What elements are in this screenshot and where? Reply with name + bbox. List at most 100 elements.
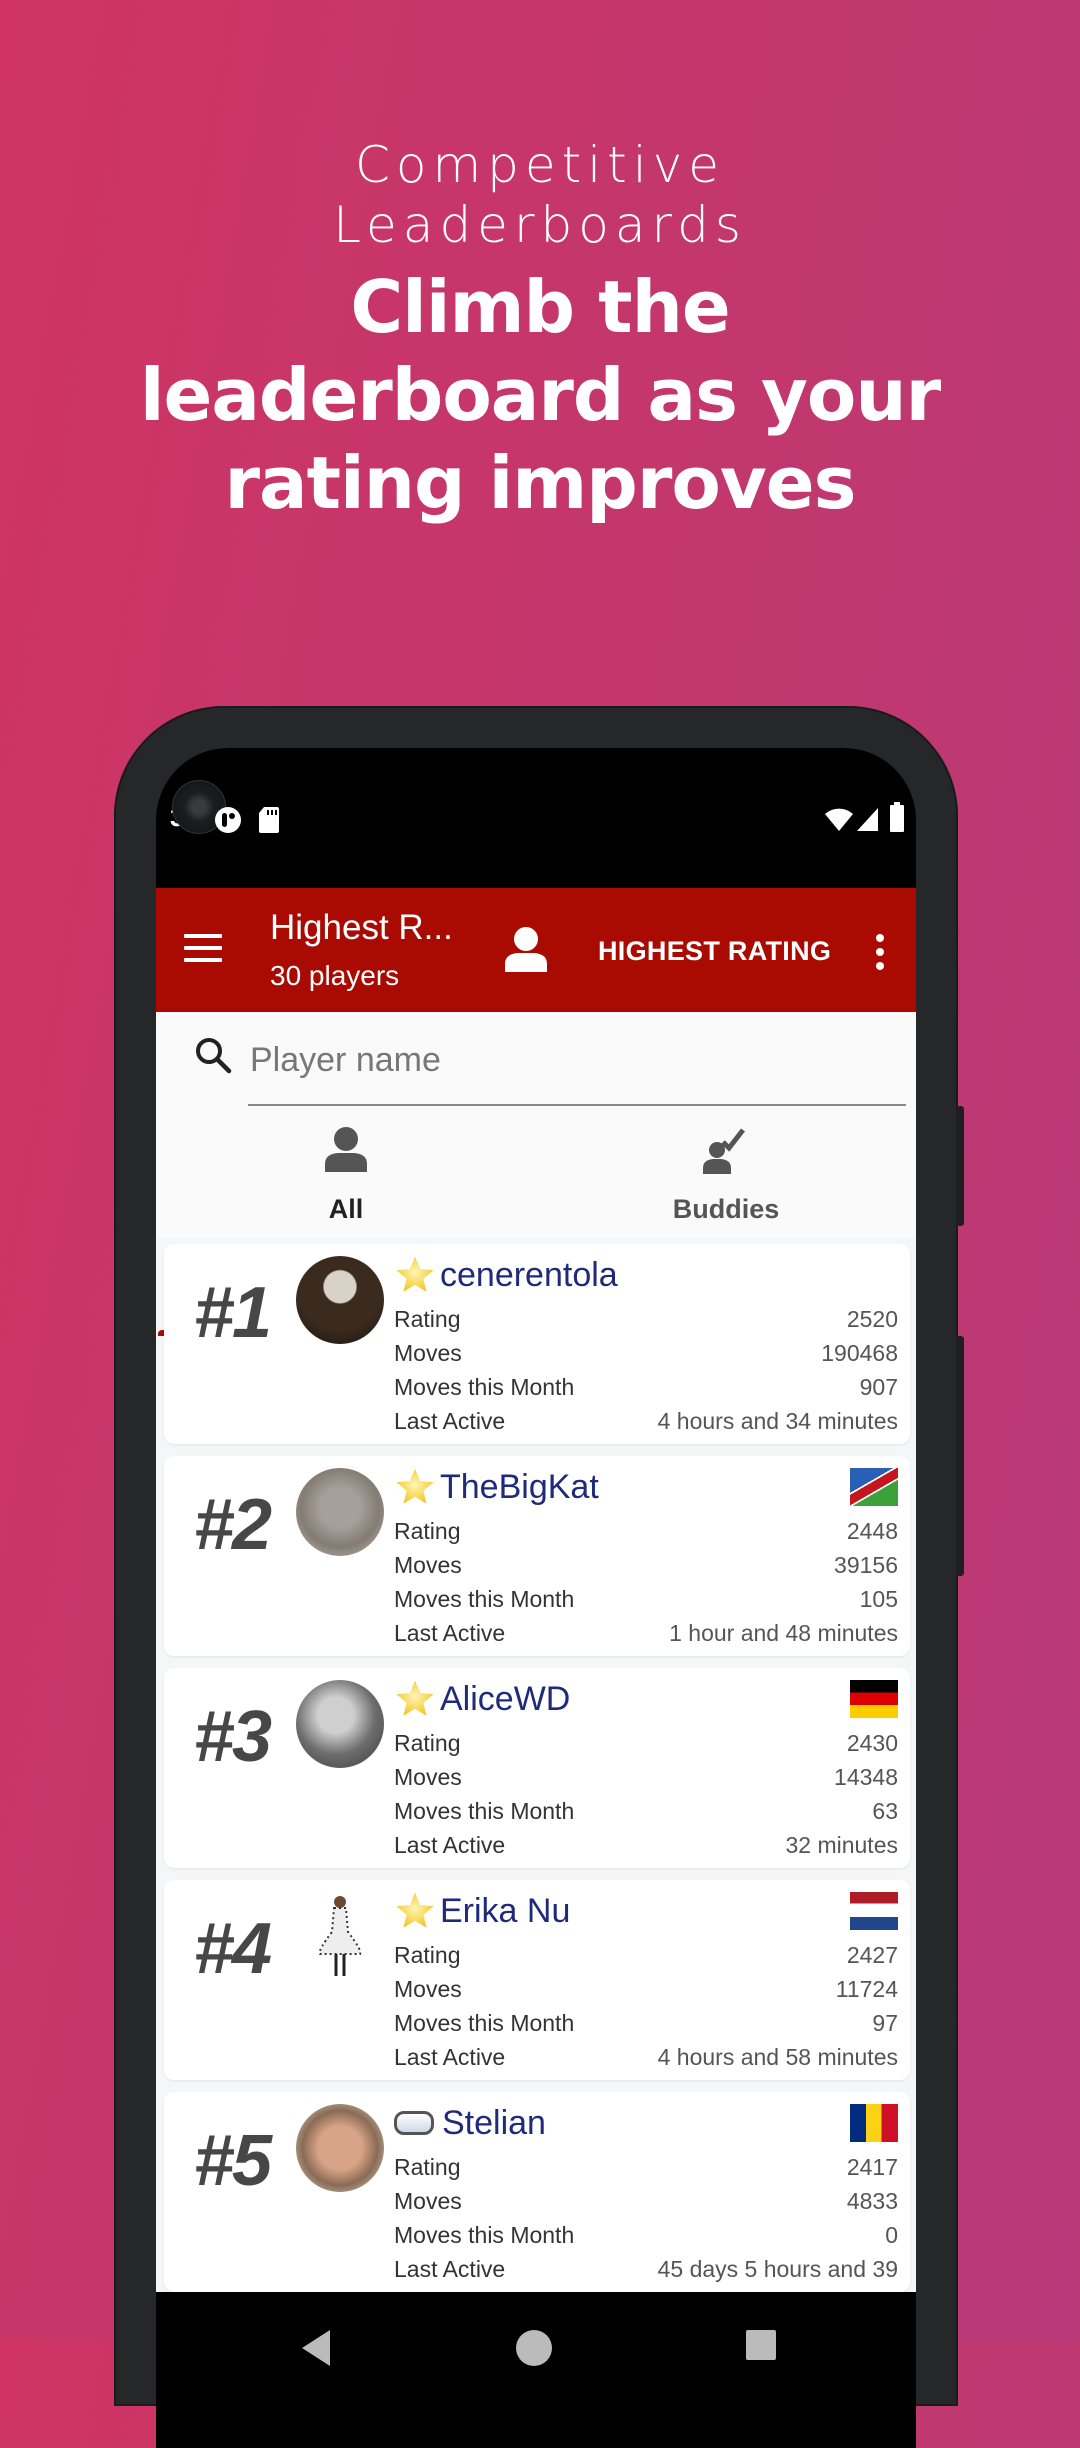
stat-label: Moves this Month bbox=[394, 2222, 575, 2248]
star-badge-icon bbox=[396, 1680, 434, 1716]
stat-last-active: Last Active 4 hours and 58 minutes bbox=[394, 2040, 898, 2074]
stat-label: Rating bbox=[394, 2154, 461, 2180]
player-name[interactable]: AliceWD bbox=[440, 1680, 570, 1719]
stat-value: 39156 bbox=[834, 1552, 898, 1578]
sort-highest-rating-button[interactable]: HIGHEST RATING bbox=[598, 936, 831, 967]
tab-bar: All Buddies bbox=[156, 1112, 916, 1336]
player-name-row: TheBigKat bbox=[394, 1464, 599, 1510]
battery-icon bbox=[890, 802, 904, 832]
stat-value: 190468 bbox=[821, 1340, 898, 1366]
sd-card-icon bbox=[259, 807, 279, 833]
status-bar: 3. bbox=[156, 748, 916, 888]
stat-moves-month: Moves this Month 0 bbox=[394, 2218, 898, 2252]
player-stats: Rating 2520 Moves 190468 Moves this Month 9… bbox=[394, 1302, 898, 1438]
stat-value: 45 days 5 hours and 39 bbox=[657, 2256, 898, 2282]
stat-label: Rating bbox=[394, 1942, 461, 1968]
stat-label: Last Active bbox=[394, 1620, 506, 1646]
player-name[interactable]: Erika Nu bbox=[440, 1892, 570, 1931]
promo-title-line: Climb the bbox=[350, 265, 730, 349]
stat-label: Moves bbox=[394, 1976, 462, 2002]
player-stats: Rating 2448 Moves 39156 Moves this Month 10… bbox=[394, 1514, 898, 1650]
stat-value: 4 hours and 34 minutes bbox=[657, 1408, 898, 1434]
star-badge-icon bbox=[396, 1468, 434, 1504]
stat-label: Last Active bbox=[394, 1832, 506, 1858]
player-avatar[interactable] bbox=[296, 1468, 384, 1556]
stat-label: Rating bbox=[394, 1518, 461, 1544]
player-name-row: Stelian bbox=[394, 2100, 546, 2146]
stat-label: Moves this Month bbox=[394, 2010, 575, 2036]
person-icon bbox=[325, 1127, 367, 1172]
stat-last-active: Last Active 45 days 5 hours and 39 bbox=[394, 2252, 898, 2286]
flag-namibia-icon bbox=[850, 1468, 898, 1506]
stat-last-active: Last Active 32 minutes bbox=[394, 1828, 898, 1862]
more-options-icon[interactable] bbox=[876, 934, 884, 976]
player-avatar[interactable] bbox=[296, 1256, 384, 1344]
promo-header: Competitive Leaderboards Climb the leade… bbox=[0, 135, 1080, 527]
player-stats: Rating 2430 Moves 14348 Moves this Month 63… bbox=[394, 1726, 898, 1862]
home-icon[interactable] bbox=[516, 2330, 552, 2366]
stat-label: Last Active bbox=[394, 2044, 506, 2070]
player-card[interactable]: #5 Stelian Rating 2417 Moves 4833 Moves th… bbox=[164, 2092, 910, 2292]
phone-screen: 3. Highest R... 30 players bbox=[156, 748, 916, 2448]
system-nav-bar bbox=[156, 2292, 916, 2448]
player-rank: #2 bbox=[194, 1485, 272, 1565]
menu-icon[interactable] bbox=[184, 934, 222, 964]
stat-label: Moves bbox=[394, 2188, 462, 2214]
profile-icon[interactable] bbox=[504, 926, 548, 972]
volume-button bbox=[956, 1336, 964, 1576]
promo-subtitle-line: Competitive bbox=[354, 136, 726, 194]
person-check-icon bbox=[703, 1128, 745, 1174]
promo-title-line: leaderboard as your bbox=[139, 353, 941, 437]
player-rank: #4 bbox=[194, 1909, 272, 1989]
stat-label: Moves bbox=[394, 1552, 462, 1578]
player-name[interactable]: cenerentola bbox=[440, 1256, 618, 1295]
player-card[interactable]: #2 TheBigKat Rating 2448 Moves 39156 Moves… bbox=[164, 1456, 910, 1656]
stat-value: 0 bbox=[885, 2222, 898, 2248]
phone-frame: 3. Highest R... 30 players bbox=[114, 706, 964, 2448]
search-underline bbox=[248, 1104, 906, 1106]
stat-last-active: Last Active 1 hour and 48 minutes bbox=[394, 1616, 898, 1650]
power-button bbox=[956, 1106, 964, 1226]
tab-all[interactable]: All bbox=[156, 1112, 536, 1238]
stat-label: Moves this Month bbox=[394, 1586, 575, 1612]
promo-subtitle: Competitive Leaderboards bbox=[0, 135, 1080, 255]
player-avatar[interactable] bbox=[296, 2104, 384, 2192]
leaderboard-content: All Buddies #1 cenerentola bbox=[156, 1012, 916, 2292]
flag-netherlands-icon bbox=[850, 1892, 898, 1930]
player-card[interactable]: #1 cenerentola Rating 2520 Moves 190468 Mo… bbox=[164, 1244, 910, 1444]
player-name[interactable]: Stelian bbox=[442, 2104, 546, 2143]
player-count: 30 players bbox=[270, 960, 400, 991]
stat-rating: Rating 2417 bbox=[394, 2150, 898, 2184]
stat-moves-month: Moves this Month 63 bbox=[394, 1794, 898, 1828]
tab-buddies[interactable]: Buddies bbox=[536, 1112, 916, 1238]
player-name-search-input[interactable] bbox=[248, 1024, 812, 1096]
wifi-icon bbox=[825, 808, 853, 831]
notification-app-icon bbox=[215, 807, 241, 833]
recent-apps-icon[interactable] bbox=[746, 2330, 776, 2360]
player-rank: #5 bbox=[194, 2121, 272, 2201]
player-rank: #1 bbox=[194, 1273, 272, 1353]
stat-rating: Rating 2430 bbox=[394, 1726, 898, 1760]
flag-romania-icon bbox=[850, 2104, 898, 2142]
stat-value: 2448 bbox=[846, 1518, 898, 1544]
player-avatar[interactable] bbox=[296, 1680, 384, 1768]
stat-value: 907 bbox=[859, 1374, 898, 1400]
stat-label: Last Active bbox=[394, 2256, 506, 2282]
player-avatar[interactable] bbox=[296, 1892, 384, 1980]
player-card[interactable]: #3 AliceWD Rating 2430 Moves 14348 Moves t… bbox=[164, 1668, 910, 1868]
stat-label: Last Active bbox=[394, 1408, 506, 1434]
stat-value: 2430 bbox=[846, 1730, 898, 1756]
search-icon bbox=[196, 1038, 232, 1074]
stat-rating: Rating 2427 bbox=[394, 1938, 898, 1972]
stat-rating: Rating 2448 bbox=[394, 1514, 898, 1548]
player-name-row: Erika Nu bbox=[394, 1888, 570, 1934]
player-card[interactable]: #4 Erika Nu Rating 2427 Moves 11724 Moves … bbox=[164, 1880, 910, 2080]
stat-value: 97 bbox=[872, 2010, 898, 2036]
back-icon[interactable] bbox=[302, 2330, 330, 2366]
player-name[interactable]: TheBigKat bbox=[440, 1468, 599, 1507]
stat-moves: Moves 4833 bbox=[394, 2184, 898, 2218]
promo-title-line: rating improves bbox=[224, 441, 857, 525]
cell-signal-icon bbox=[857, 808, 878, 831]
player-list[interactable]: #1 cenerentola Rating 2520 Moves 190468 Mo… bbox=[156, 1244, 916, 2292]
promo-title: Climb the leaderboard as your rating imp… bbox=[0, 263, 1080, 527]
